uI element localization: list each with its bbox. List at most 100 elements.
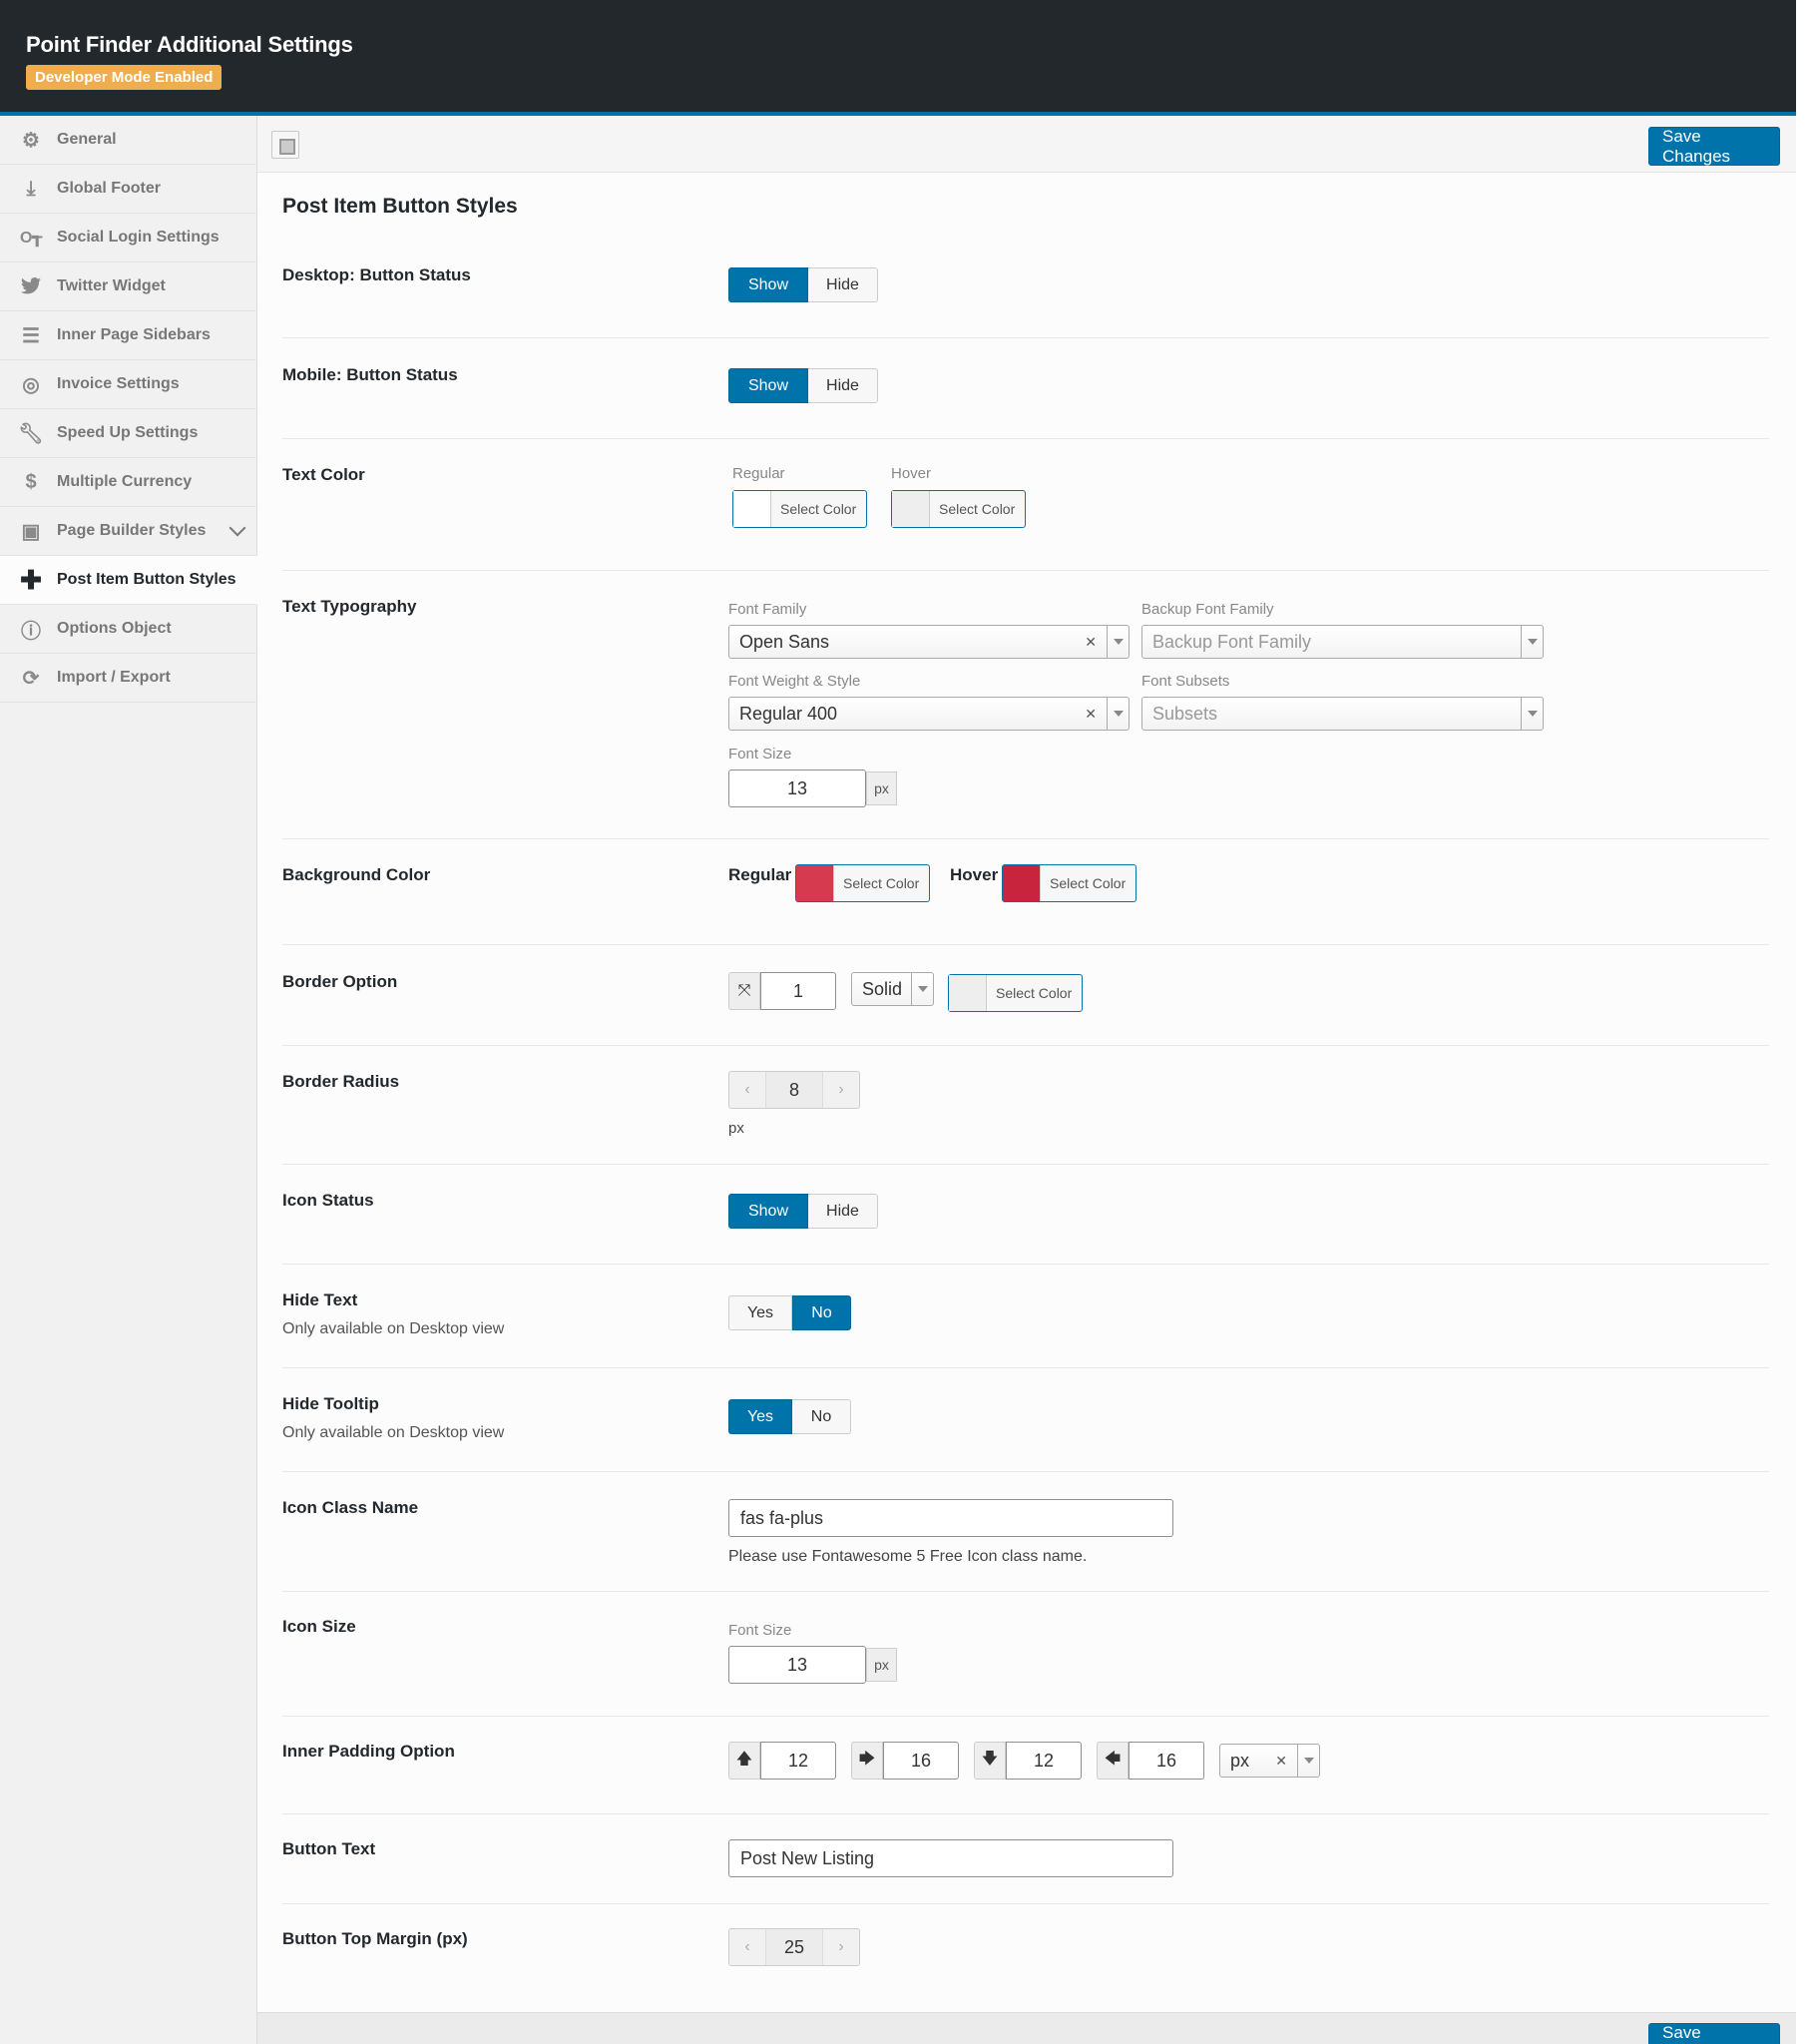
increase-button[interactable]: › — [823, 1929, 859, 1965]
desktop-show-button[interactable]: Show — [728, 267, 808, 302]
hide-text-description: Only available on Desktop view — [282, 1320, 505, 1337]
save-button[interactable]: Save Changes — [1648, 127, 1780, 166]
icon-size-input[interactable]: 13 — [728, 1646, 866, 1684]
hide-text-yes-button[interactable]: Yes — [728, 1295, 792, 1330]
text-color-regular-label: Regular — [732, 465, 785, 482]
sidebar-item-social-login[interactable]: O┱ Social Login Settings — [0, 214, 257, 262]
font-subsets-label: Font Subsets — [1141, 673, 1230, 690]
decrease-button[interactable]: ‹ — [729, 1072, 765, 1108]
decrease-button[interactable]: ‹ — [729, 1929, 765, 1965]
text-color-label: Text Color — [282, 465, 365, 484]
border-radius-value[interactable]: 8 — [765, 1072, 823, 1108]
font-size-input[interactable]: 13 — [728, 769, 866, 807]
bg-color-hover-picker[interactable]: Select Color — [1002, 864, 1136, 902]
color-swatch — [733, 491, 771, 527]
divider — [282, 337, 1769, 338]
divider — [282, 1903, 1769, 1904]
icon-show-button[interactable]: Show — [728, 1194, 808, 1229]
padding-left-input[interactable]: 16 — [1129, 1742, 1204, 1780]
icon-size-label: Icon Size — [282, 1617, 356, 1636]
color-swatch — [949, 975, 987, 1011]
desktop-status-label: Desktop: Button Status — [282, 265, 471, 284]
chevron-down-icon[interactable] — [228, 519, 246, 537]
border-width-input[interactable]: 1 — [760, 972, 836, 1010]
hide-tooltip-no-button[interactable]: No — [792, 1399, 851, 1434]
padding-right-input[interactable]: 16 — [883, 1742, 959, 1780]
clear-icon[interactable]: ✕ — [1085, 634, 1097, 651]
sidebar-item-import-export[interactable]: ⟳ Import / Export — [0, 654, 257, 703]
top-margin-value[interactable]: 25 — [765, 1929, 823, 1965]
desktop-status-toggle: Show Hide — [728, 267, 878, 302]
padding-bottom-input[interactable]: 12 — [1006, 1742, 1082, 1780]
key-icon: O┱ — [19, 230, 43, 247]
desktop-hide-button[interactable]: Hide — [808, 267, 878, 302]
button-text-label: Button Text — [282, 1839, 376, 1858]
padding-top-input[interactable]: 12 — [760, 1742, 836, 1780]
hide-tooltip-yes-button[interactable]: Yes — [728, 1399, 792, 1434]
color-swatch — [1003, 865, 1041, 901]
padding-unit-select[interactable]: px ✕ — [1219, 1744, 1320, 1778]
divider — [282, 1716, 1769, 1717]
border-color-picker[interactable]: Select Color — [948, 974, 1083, 1012]
color-swatch — [796, 865, 834, 901]
sidebar-item-label: Inner Page Sidebars — [57, 326, 211, 343]
chevron-down-icon — [911, 973, 933, 1005]
sidebar-item-page-builder-styles[interactable]: ▣ Page Builder Styles — [0, 507, 257, 556]
main-content: Save Changes Post Item Button Styles Des… — [257, 116, 1796, 2044]
hide-tooltip-toggle: Yes No — [728, 1399, 851, 1434]
hide-text-toggle: Yes No — [728, 1295, 851, 1330]
font-family-select[interactable]: Open Sans ✕ — [728, 625, 1130, 659]
sidebar: ⚙ General ⤓ Global Footer O┱ Social Logi… — [0, 116, 257, 2044]
clear-icon[interactable]: ✕ — [1085, 706, 1097, 723]
sidebar-item-label: Import / Export — [57, 669, 171, 686]
app-header: Point Finder Additional Settings Develop… — [0, 0, 1796, 116]
sidebar-item-post-item-button-styles[interactable]: ✚ Post Item Button Styles — [0, 556, 257, 605]
select-color-label: Select Color — [780, 501, 857, 517]
info-icon: ⓘ — [21, 620, 41, 643]
sidebar-item-inner-page-sidebars[interactable]: ☰ Inner Page Sidebars — [0, 311, 257, 360]
sidebar-item-invoice-settings[interactable]: ◎ Invoice Settings — [0, 360, 257, 409]
sidebar-item-multiple-currency[interactable]: $ Multiple Currency — [0, 458, 257, 507]
clear-icon[interactable]: ✕ — [1275, 1753, 1287, 1770]
font-subsets-select[interactable]: Subsets — [1141, 697, 1544, 731]
hide-text-no-button[interactable]: No — [792, 1295, 851, 1330]
page-title: Point Finder Additional Settings — [26, 32, 353, 57]
sidebar-item-label: Post Item Button Styles — [57, 571, 236, 588]
footer-save-button[interactable]: Save Changes — [1648, 2023, 1780, 2044]
sidebar-item-general[interactable]: ⚙ General — [0, 116, 257, 165]
mobile-show-button[interactable]: Show — [728, 368, 808, 403]
sidebar-item-speed-up-settings[interactable]: 🔧︎ Speed Up Settings — [0, 409, 257, 458]
sidebar-item-global-footer[interactable]: ⤓ Global Footer — [0, 165, 257, 214]
sidebar-item-options-object[interactable]: ⓘ Options Object — [0, 605, 257, 654]
sidebar-item-twitter-widget[interactable]: Twitter Widget — [0, 262, 257, 311]
icon-class-input[interactable]: fas fa-plus — [728, 1499, 1173, 1537]
text-typography-label: Text Typography — [282, 597, 417, 616]
divider — [282, 1813, 1769, 1814]
dollar-icon: $ — [25, 470, 37, 493]
divider — [282, 1367, 1769, 1368]
list-icon: ☰ — [22, 324, 40, 347]
mobile-hide-button[interactable]: Hide — [808, 368, 878, 403]
plus-icon: ✚ — [20, 564, 42, 595]
arrow-down-icon: 🡇 — [974, 1742, 1006, 1780]
invoice-icon: ◎ — [22, 373, 40, 396]
gears-icon: ⚙ — [22, 129, 40, 152]
border-style-select[interactable]: Solid — [851, 972, 934, 1006]
sidebar-item-label: General — [57, 131, 117, 148]
icon-hide-button[interactable]: Hide — [808, 1194, 878, 1229]
backup-font-select[interactable]: Backup Font Family — [1141, 625, 1544, 659]
hide-tooltip-label: Hide Tooltip — [282, 1394, 379, 1413]
bg-color-regular-picker[interactable]: Select Color — [795, 864, 930, 902]
text-color-hover-label: Hover — [891, 465, 932, 482]
text-color-regular-picker[interactable]: Select Color — [732, 490, 867, 528]
arrow-left-icon: 🡄 — [1097, 1742, 1129, 1780]
expand-options-button[interactable] — [271, 131, 299, 159]
font-family-value: Open Sans — [739, 631, 830, 652]
icon-status-label: Icon Status — [282, 1191, 374, 1210]
bg-hover-label: Hover — [950, 865, 999, 884]
text-color-hover-picker[interactable]: Select Color — [891, 490, 1026, 528]
button-text-input[interactable]: Post New Listing — [728, 1839, 1173, 1877]
increase-button[interactable]: › — [823, 1072, 859, 1108]
sidebar-item-label: Global Footer — [57, 180, 161, 197]
font-weight-select[interactable]: Regular 400 ✕ — [728, 697, 1130, 731]
